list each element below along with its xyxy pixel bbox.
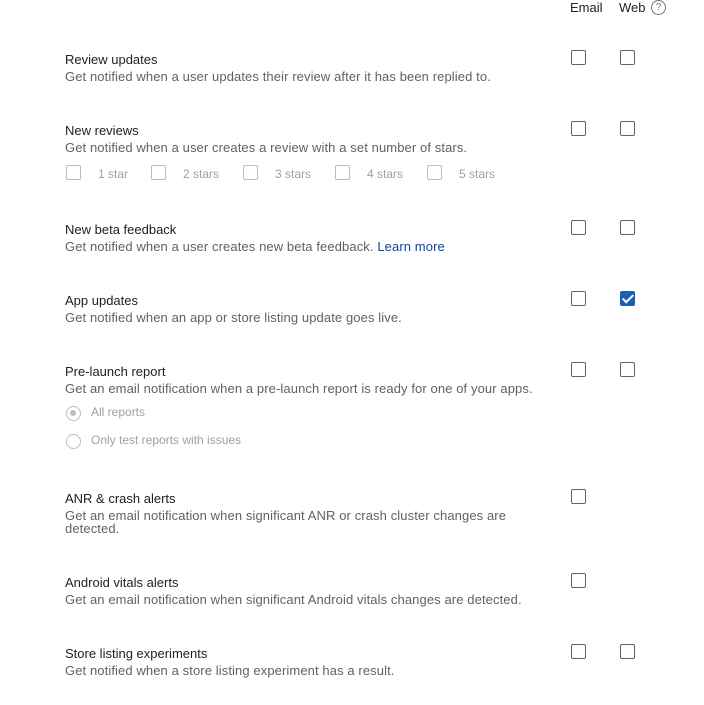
review-updates-web-checkbox[interactable] [620,50,635,65]
beta-feedback-description-text: Get notified when a user creates new bet… [65,239,374,254]
star-filter-checkbox-1[interactable] [66,165,81,180]
row-description-pre-launch-report: Get an email notification when a pre-lau… [65,381,533,396]
star-filter-checkbox-5[interactable] [427,165,442,180]
row-title-anr-crash-alerts: ANR & crash alerts [65,491,176,506]
store-listing-experiments-web-checkbox[interactable] [620,644,635,659]
issues-only-radio[interactable] [66,434,81,449]
new-reviews-email-checkbox[interactable] [571,121,586,136]
pre-launch-report-email-checkbox[interactable] [571,362,586,377]
row-title-new-reviews: New reviews [65,123,139,138]
row-title-android-vitals-alerts: Android vitals alerts [65,575,179,590]
android-vitals-alerts-email-checkbox[interactable] [571,573,586,588]
new-beta-feedback-email-checkbox[interactable] [571,220,586,235]
row-description-android-vitals-alerts: Get an email notification when significa… [65,592,522,607]
star-filter-label-5: 5 stars [459,167,496,181]
row-title-pre-launch-report: Pre-launch report [65,364,166,379]
review-updates-email-checkbox[interactable] [571,50,586,65]
new-beta-feedback-web-checkbox[interactable] [620,220,635,235]
row-description-anr-crash-alerts: Get an email notification when significa… [65,508,507,536]
all-reports-label: All reports [91,405,146,419]
star-filter-label-3: 3 stars [275,167,312,181]
star-filter-label-4: 4 stars [367,167,404,181]
pre-launch-report-web-checkbox[interactable] [620,362,635,377]
row-description-store-listing-experiments: Get notified when a store listing experi… [65,663,395,678]
star-filter-checkbox-2[interactable] [151,165,166,180]
email-column-header: Email [570,0,603,15]
all-reports-radio[interactable] [66,406,81,421]
row-title-review-updates: Review updates [65,52,158,67]
row-description-new-beta-feedback: Get notified when a user creates new bet… [65,240,535,253]
star-filter-checkbox-4[interactable] [335,165,350,180]
star-filter-checkbox-3[interactable] [243,165,258,180]
star-filter-label-2: 2 stars [183,167,220,181]
web-column-header: Web [619,0,646,15]
store-listing-experiments-email-checkbox[interactable] [571,644,586,659]
row-description-review-updates: Get notified when a user updates their r… [65,69,491,84]
issues-only-label: Only test reports with issues [91,433,242,447]
row-description-new-reviews: Get notified when a user creates a revie… [65,140,468,155]
row-title-app-updates: App updates [65,293,139,308]
app-updates-email-checkbox[interactable] [571,291,586,306]
new-reviews-web-checkbox[interactable] [620,121,635,136]
row-title-store-listing-experiments: Store listing experiments [65,646,208,661]
app-updates-web-checkbox[interactable] [620,291,635,306]
help-icon[interactable]: ? [651,0,666,15]
row-description-app-updates: Get notified when an app or store listin… [65,310,402,325]
anr-crash-alerts-email-checkbox[interactable] [571,489,586,504]
star-filter-label-1: 1 star [98,167,129,181]
row-title-new-beta-feedback: New beta feedback [65,222,177,237]
learn-more-link[interactable]: Learn more [377,239,444,254]
